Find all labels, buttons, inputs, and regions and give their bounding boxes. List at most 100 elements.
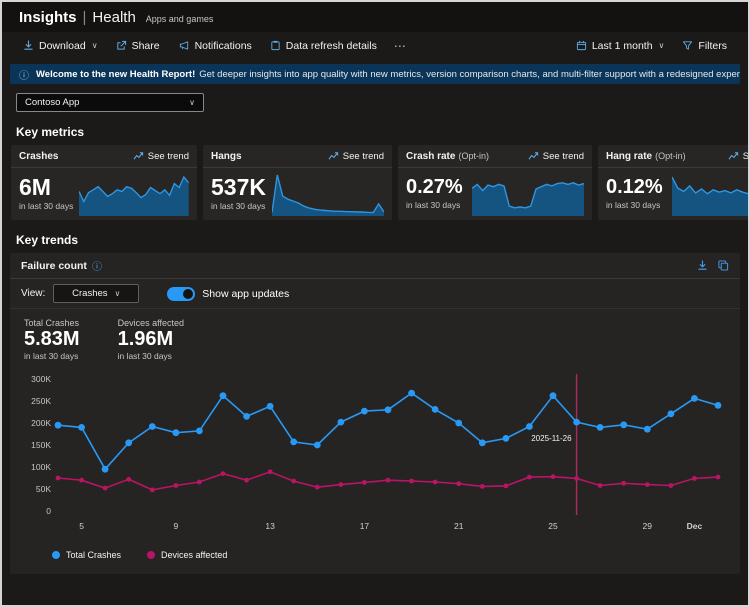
view-select-value: Crashes xyxy=(72,288,107,299)
svg-text:50K: 50K xyxy=(36,484,51,494)
calendar-icon xyxy=(576,40,587,51)
metric-caption: in last 30 days xyxy=(19,201,73,211)
card-title: Crash rate xyxy=(406,151,455,162)
toggle-on-icon xyxy=(167,287,195,301)
view-select[interactable]: Crashes ∨ xyxy=(53,284,139,303)
svg-text:21: 21 xyxy=(454,521,464,531)
legend-total-crashes[interactable]: Total Crashes xyxy=(52,550,121,560)
info-icon[interactable]: ⓘ xyxy=(92,258,102,273)
chevron-down-icon: ∨ xyxy=(189,98,195,107)
filters-button[interactable]: Filters xyxy=(675,37,734,55)
download-button[interactable]: Download ∨ xyxy=(16,37,105,55)
svg-text:150K: 150K xyxy=(31,440,51,450)
metric-caption: in last 30 days xyxy=(606,200,666,210)
svg-text:200K: 200K xyxy=(31,418,51,428)
clipboard-icon xyxy=(270,40,281,51)
legend-dot-icon xyxy=(147,551,155,559)
section-title: Health xyxy=(92,9,135,26)
filter-icon xyxy=(682,40,693,51)
chevron-down-icon: ∨ xyxy=(115,289,121,298)
download-chart-button[interactable] xyxy=(697,260,708,271)
legend-dot-icon xyxy=(52,551,60,559)
chevron-down-icon: ∨ xyxy=(92,41,98,50)
metric-card-hang-rate: Hang rate (Opt-in) See trend 0.12% in la… xyxy=(598,145,750,220)
info-banner: ⓘ Welcome to the new Health Report! Get … xyxy=(10,64,740,84)
sparkline-chart xyxy=(272,170,384,216)
sparkline-chart xyxy=(672,170,750,216)
card-title: Hangs xyxy=(211,151,242,162)
metric-caption: in last 30 days xyxy=(406,200,466,210)
card-title: Crashes xyxy=(19,151,58,162)
sparkline-chart xyxy=(472,170,584,216)
stat-devices-affected: Devices affected 1.96M in last 30 days xyxy=(118,318,184,361)
data-refresh-button[interactable]: Data refresh details xyxy=(263,37,384,55)
sparkline-chart xyxy=(79,170,189,216)
chart-legend: Total Crashes Devices affected xyxy=(10,542,740,574)
title-bar: Insights | Health Apps and games xyxy=(2,2,748,32)
copy-icon xyxy=(718,260,729,271)
trend-chart-area: 0 50K 100K 150K 200K 250K 300K 5 9 13 17 21 25 29 Dec 2… xyxy=(10,365,740,542)
card-suffix: (Opt-in) xyxy=(655,151,686,161)
chart-stats: Total Crashes 5.83M in last 30 days Devi… xyxy=(10,309,740,365)
download-icon xyxy=(23,40,34,51)
context-label: Apps and games xyxy=(146,10,214,24)
svg-text:Dec: Dec xyxy=(687,521,703,531)
card-suffix: (Opt-in) xyxy=(458,151,489,161)
panel-title: Failure count xyxy=(21,260,87,272)
see-trend-link[interactable]: See trend xyxy=(133,151,189,162)
more-options-button[interactable]: ⋯ xyxy=(388,39,413,53)
svg-text:2025-11-26: 2025-11-26 xyxy=(531,434,572,443)
metric-caption: in last 30 days xyxy=(211,201,266,211)
banner-title: Welcome to the new Health Report! xyxy=(36,69,195,80)
toolbar-left: Download ∨ Share Notifications Data refr… xyxy=(16,37,413,55)
svg-text:25: 25 xyxy=(548,521,558,531)
copy-chart-button[interactable] xyxy=(718,260,729,271)
app-select-value: Contoso App xyxy=(25,97,79,108)
metric-card-hangs: Hangs See trend 537K in last 30 days xyxy=(203,145,392,220)
see-trend-link[interactable]: See trend xyxy=(328,151,384,162)
svg-text:0: 0 xyxy=(46,506,51,516)
legend-devices-affected[interactable]: Devices affected xyxy=(147,550,227,560)
key-metrics-heading: Key metrics xyxy=(2,112,748,145)
page-title: Insights xyxy=(19,9,77,26)
metric-value: 0.12% xyxy=(606,177,666,198)
stat-total-crashes: Total Crashes 5.83M in last 30 days xyxy=(24,318,80,361)
failure-count-chart: 0 50K 100K 150K 200K 250K 300K 5 9 13 17 21 25 29 Dec 2… xyxy=(16,369,734,537)
show-app-updates-toggle[interactable]: Show app updates xyxy=(167,287,289,301)
info-icon: ⓘ xyxy=(19,67,29,82)
chevron-down-icon: ∨ xyxy=(659,41,665,50)
banner-text: Get deeper insights into app quality wit… xyxy=(199,69,740,80)
trend-chart-icon xyxy=(528,151,539,161)
svg-text:29: 29 xyxy=(643,521,653,531)
share-button[interactable]: Share xyxy=(109,37,167,55)
app-selector-row: Contoso App ∨ xyxy=(2,90,748,112)
toolbar: Download ∨ Share Notifications Data refr… xyxy=(2,32,748,59)
key-trends-heading: Key trends xyxy=(2,220,748,253)
download-icon xyxy=(697,260,708,271)
svg-text:250K: 250K xyxy=(31,396,51,406)
app-select[interactable]: Contoso App ∨ xyxy=(16,93,204,112)
toolbar-right: Last 1 month ∨ Filters xyxy=(569,37,734,55)
metric-value: 0.27% xyxy=(406,177,466,198)
metric-value: 6M xyxy=(19,175,73,199)
metric-card-crashes: Crashes See trend 6M in last 30 days xyxy=(11,145,197,220)
metric-card-crash-rate: Crash rate (Opt-in) See trend 0.27% in l… xyxy=(398,145,592,220)
svg-text:9: 9 xyxy=(173,521,178,531)
date-range-button[interactable]: Last 1 month ∨ xyxy=(569,37,672,55)
failure-count-panel: Failure count ⓘ View: Crashes ∨ Show app… xyxy=(10,253,740,574)
see-trend-link[interactable]: See trend xyxy=(528,151,584,162)
toggle-label: Show app updates xyxy=(202,288,289,300)
svg-text:5: 5 xyxy=(79,521,84,531)
metric-value: 537K xyxy=(211,175,266,199)
see-trend-link[interactable]: See trend xyxy=(728,151,750,162)
title-separator: | xyxy=(83,9,87,26)
trend-chart-icon xyxy=(328,151,339,161)
notifications-button[interactable]: Notifications xyxy=(171,37,259,55)
app-window: Insights | Health Apps and games Downloa… xyxy=(0,0,750,607)
svg-text:300K: 300K xyxy=(31,374,51,384)
svg-text:17: 17 xyxy=(360,521,370,531)
svg-text:13: 13 xyxy=(265,521,275,531)
trend-chart-icon xyxy=(728,151,739,161)
card-title: Hang rate xyxy=(606,151,652,162)
svg-text:100K: 100K xyxy=(31,462,51,472)
